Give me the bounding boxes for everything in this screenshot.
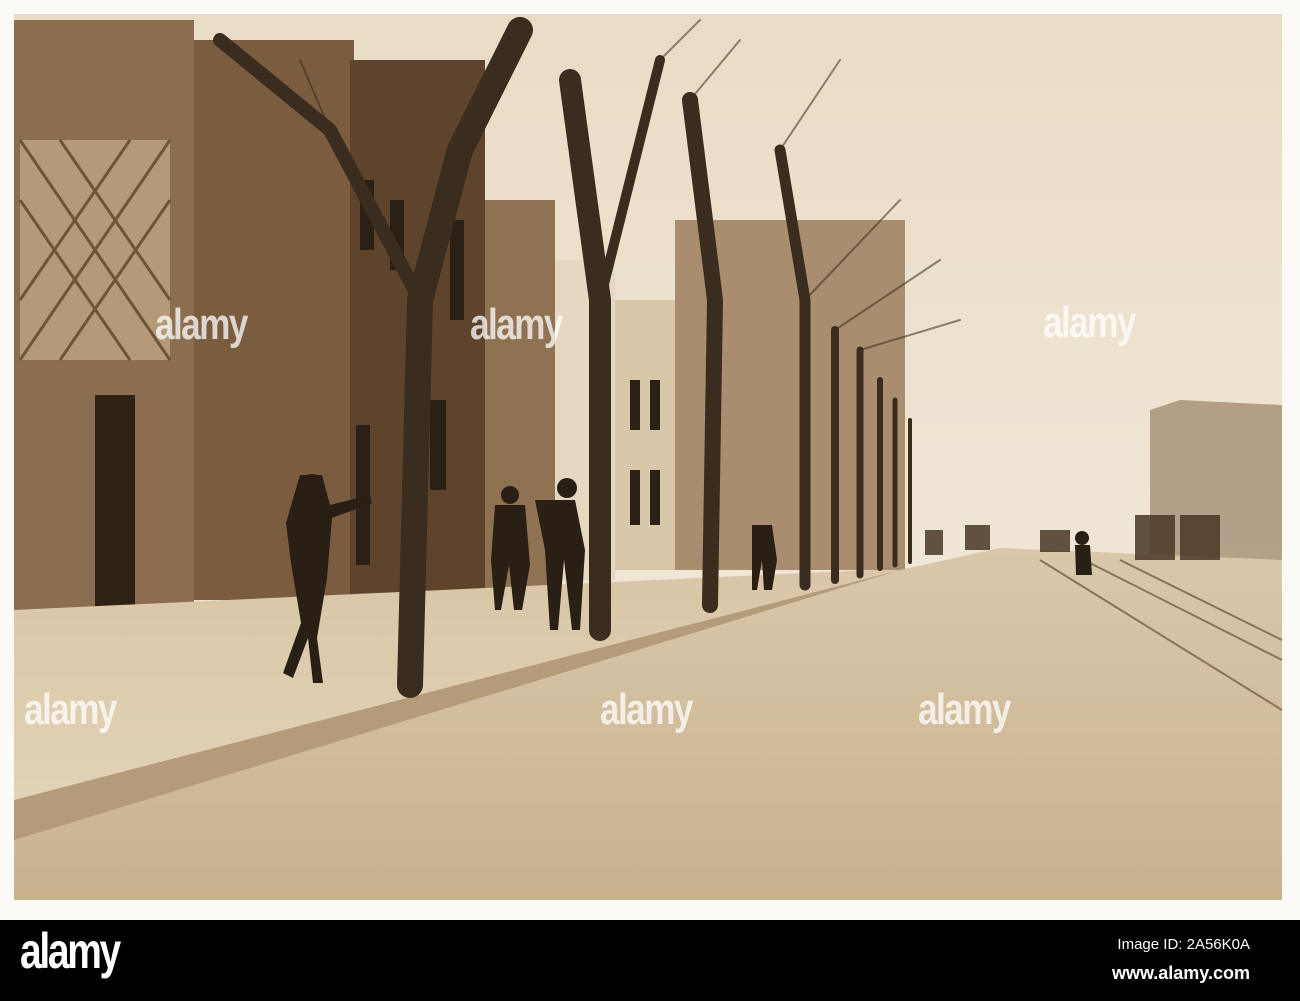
street-photograph: alamy alamy alamy alamy alamy alamy bbox=[0, 0, 1300, 920]
footer-bar: alamy Image ID: 2A56K0A www.alamy.com bbox=[0, 920, 1300, 1001]
website-link[interactable]: www.alamy.com bbox=[1112, 963, 1250, 984]
image-id: Image ID: 2A56K0A bbox=[1117, 936, 1250, 953]
alamy-logo: alamy bbox=[20, 923, 121, 979]
sepia-street-scene bbox=[14, 14, 1283, 900]
watermark: alamy bbox=[1043, 298, 1136, 347]
watermark: alamy bbox=[155, 300, 248, 349]
watermark: alamy bbox=[600, 685, 693, 734]
watermark: alamy bbox=[470, 300, 563, 349]
watermark: alamy bbox=[918, 685, 1011, 734]
watermark: alamy bbox=[24, 685, 117, 734]
